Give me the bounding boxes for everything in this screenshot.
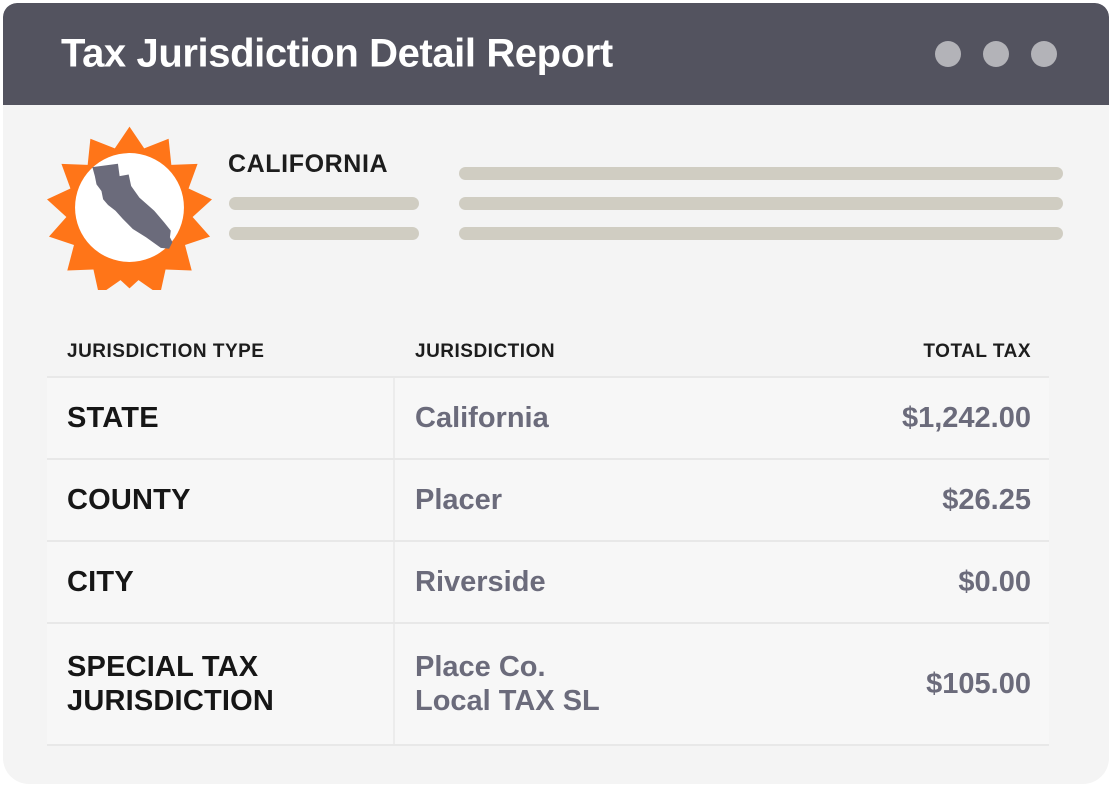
table-row[interactable]: COUNTY Placer $26.25 (47, 460, 1049, 542)
table-header-row: JURISDICTION TYPE JURISDICTION TOTAL TAX (47, 328, 1049, 376)
state-name-label: CALIFORNIA (228, 150, 388, 179)
california-state-seal-icon (47, 125, 212, 290)
cell-total-tax: $0.00 (845, 542, 1049, 622)
jurisdiction-line-2: Local TAX SL (415, 684, 600, 718)
tax-jurisdiction-table: JURISDICTION TYPE JURISDICTION TOTAL TAX… (47, 328, 1049, 746)
jurisdiction-type-line-1: SPECIAL TAX (67, 650, 274, 684)
cell-jurisdiction: Riverside (395, 542, 845, 622)
window-dot-2-icon[interactable] (983, 41, 1009, 67)
window-dot-1-icon[interactable] (935, 41, 961, 67)
cell-jurisdiction-type: SPECIAL TAX JURISDICTION (47, 624, 395, 744)
table-row[interactable]: SPECIAL TAX JURISDICTION Place Co. Local… (47, 624, 1049, 746)
jurisdiction-type-line-2: JURISDICTION (67, 684, 274, 718)
jurisdiction-type-line-1: CITY (67, 565, 134, 599)
cell-jurisdiction-type: STATE (47, 378, 395, 458)
report-card: Tax Jurisdiction Detail Report CALIFORNI… (3, 3, 1109, 784)
placeholder-bar-right-1 (459, 167, 1063, 180)
cell-total-tax: $1,242.00 (845, 378, 1049, 458)
window-dot-3-icon[interactable] (1031, 41, 1057, 67)
column-header-jurisdiction: JURISDICTION (415, 341, 865, 363)
window-controls (935, 41, 1057, 67)
jurisdiction-line-1: California (415, 401, 549, 435)
cell-jurisdiction: California (395, 378, 845, 458)
table-body: STATE California $1,242.00 COUNTY (47, 376, 1049, 746)
cell-jurisdiction: Place Co. Local TAX SL (395, 624, 845, 744)
cell-total-tax: $26.25 (845, 460, 1049, 540)
jurisdiction-line-1: Place Co. (415, 650, 600, 684)
column-header-total-tax: TOTAL TAX (865, 341, 1031, 363)
cell-total-tax: $105.00 (845, 624, 1049, 744)
placeholder-bar-right-2 (459, 197, 1063, 210)
state-identity-block: CALIFORNIA (3, 105, 1109, 305)
jurisdiction-type-line-1: STATE (67, 401, 159, 435)
placeholder-bar-right-3 (459, 227, 1063, 240)
jurisdiction-type-line-1: COUNTY (67, 483, 191, 517)
cell-jurisdiction-type: CITY (47, 542, 395, 622)
page-title: Tax Jurisdiction Detail Report (61, 32, 613, 77)
jurisdiction-line-1: Riverside (415, 565, 546, 599)
table-row[interactable]: CITY Riverside $0.00 (47, 542, 1049, 624)
placeholder-bar-left-2 (229, 227, 419, 240)
cell-jurisdiction: Placer (395, 460, 845, 540)
placeholder-bar-left-1 (229, 197, 419, 210)
jurisdiction-line-1: Placer (415, 483, 502, 517)
cell-jurisdiction-type: COUNTY (47, 460, 395, 540)
table-row[interactable]: STATE California $1,242.00 (47, 378, 1049, 460)
window-titlebar: Tax Jurisdiction Detail Report (3, 3, 1109, 105)
column-header-jurisdiction-type: JURISDICTION TYPE (67, 341, 415, 363)
